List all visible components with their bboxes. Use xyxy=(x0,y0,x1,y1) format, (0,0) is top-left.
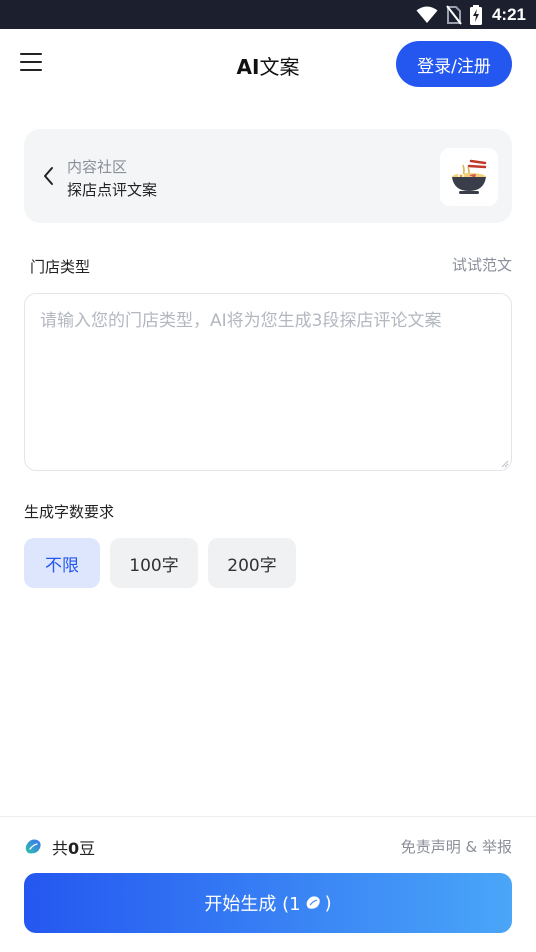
resize-grip-icon[interactable] xyxy=(501,460,509,468)
word-count-option-unlimited[interactable]: 不限 xyxy=(24,538,100,588)
category-card[interactable]: 内容社区 探店点评文案 xyxy=(24,129,512,223)
word-count-option-100[interactable]: 100字 xyxy=(110,538,198,588)
status-icons: 4:21 xyxy=(416,4,526,26)
wifi-icon xyxy=(416,6,438,23)
generate-label: 开始生成 (1 xyxy=(204,894,301,915)
bean-unit: 豆 xyxy=(79,839,96,858)
app-header: AI文案 登录/注册 xyxy=(0,29,536,99)
bean-prefix: 共 xyxy=(52,839,69,858)
bean-balance-text: 共0豆 xyxy=(52,835,95,859)
store-type-input-box xyxy=(24,293,512,471)
login-register-button[interactable]: 登录/注册 xyxy=(396,41,512,87)
store-type-input[interactable] xyxy=(25,294,511,470)
try-example-link[interactable]: 试试范文 xyxy=(452,254,512,275)
chevron-left-icon[interactable] xyxy=(40,165,58,187)
word-count-label: 生成字数要求 xyxy=(24,503,115,521)
noodle-bowl-icon xyxy=(452,159,487,194)
page-title-suffix: 文案 xyxy=(259,55,300,79)
word-count-option-200[interactable]: 200字 xyxy=(208,538,296,588)
start-generate-button[interactable]: 开始生成 (1 ) xyxy=(24,873,512,933)
category-parent: 内容社区 xyxy=(67,158,128,176)
clock: 4:21 xyxy=(491,5,526,24)
page-title-prefix: AI xyxy=(236,55,260,79)
store-type-label: 门店类型 xyxy=(30,258,91,276)
bean-icon xyxy=(25,839,41,854)
battery-charging-icon xyxy=(469,5,482,25)
status-bar: 4:21 xyxy=(0,0,536,29)
bean-balance: 共0豆 xyxy=(24,836,95,858)
word-count-options: 不限 100字 200字 xyxy=(24,538,296,588)
footer-divider xyxy=(0,816,536,817)
bean-count: 0 xyxy=(68,839,80,858)
bean-icon xyxy=(306,896,320,909)
category-thumbnail xyxy=(440,148,498,206)
disclaimer-report-link[interactable]: 免责声明 & 举报 xyxy=(401,836,512,857)
no-sim-icon xyxy=(446,5,462,25)
generate-label-suffix: ) xyxy=(324,892,332,914)
category-name: 探店点评文案 xyxy=(67,181,158,199)
